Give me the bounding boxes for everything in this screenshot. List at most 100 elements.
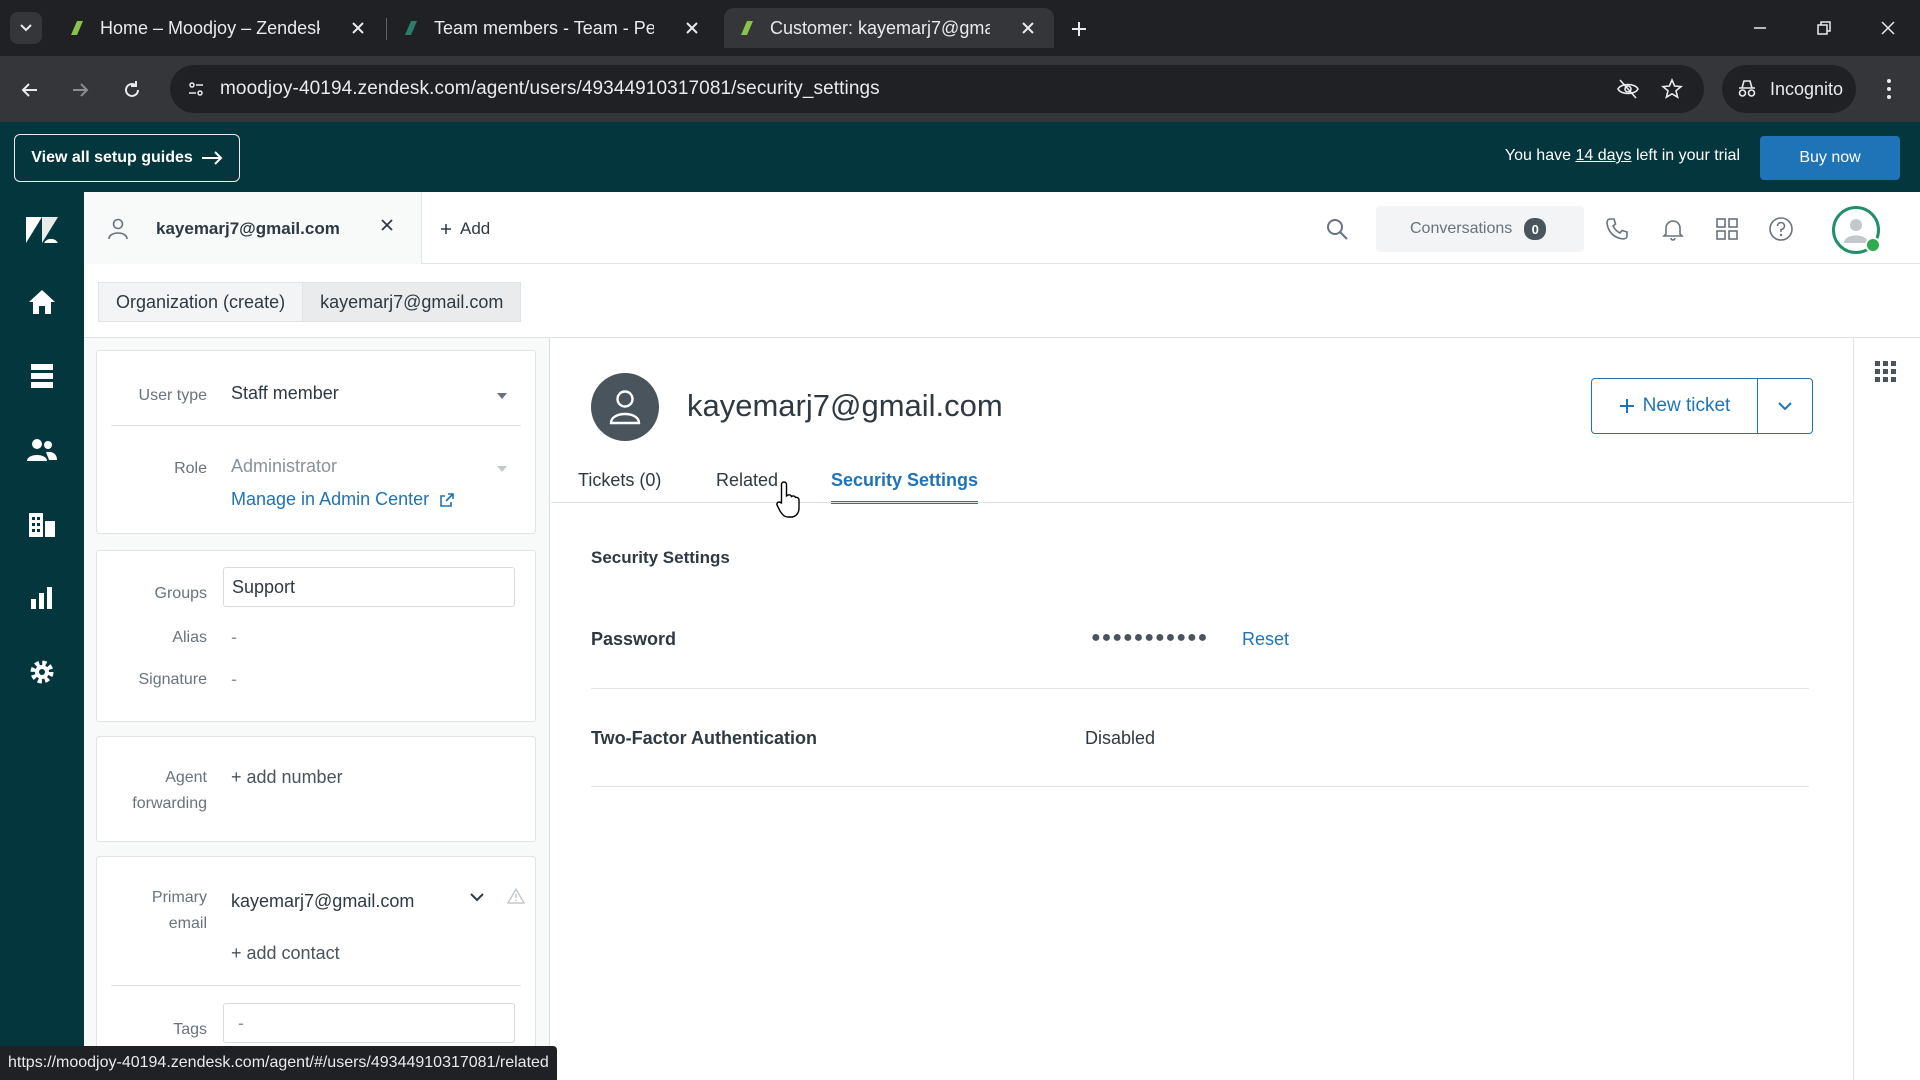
home-icon[interactable]: [24, 284, 60, 320]
reporting-icon[interactable]: [24, 580, 60, 616]
new-ticket-button[interactable]: New ticket: [1592, 379, 1758, 433]
more-vertical-icon: [1887, 79, 1891, 99]
restore-icon: [1817, 21, 1831, 35]
help-icon[interactable]: [1766, 214, 1796, 244]
incognito-indicator[interactable]: Incognito: [1722, 65, 1856, 113]
breadcrumb-organization[interactable]: Organization (create): [98, 282, 304, 322]
bookmark-star-icon[interactable]: [1658, 75, 1686, 103]
agent-avatar[interactable]: [1832, 206, 1881, 254]
workspace-tab-user[interactable]: kayemarj7@gmail.com: [84, 192, 422, 264]
hand-cursor-icon: [776, 481, 800, 518]
minimize-button[interactable]: [1740, 12, 1780, 44]
browser-tab-team[interactable]: Team members - Team - People: [388, 8, 718, 48]
password-label: Password: [591, 629, 677, 649]
conversations-count-badge: 0: [1524, 218, 1547, 240]
tab-tickets[interactable]: Tickets (0): [578, 470, 661, 501]
apps-grid-icon[interactable]: [1872, 358, 1900, 386]
manage-link-label: Manage in Admin Center: [231, 489, 430, 509]
status-bar-url: https://moodjoy-40194.zendesk.com/agent/…: [0, 1046, 557, 1080]
new-ticket-dropdown-button[interactable]: [1758, 379, 1812, 433]
browser-toolbar: moodjoy-40194.zendesk.com/agent/users/49…: [0, 56, 1920, 122]
alias-value[interactable]: -: [231, 627, 237, 648]
agent-forwarding-label-line1: Agent: [165, 769, 207, 786]
customers-icon[interactable]: [24, 432, 60, 468]
password-masked-value: ●●●●●●●●●●●: [1091, 629, 1209, 646]
zendesk-logo-icon[interactable]: [24, 212, 60, 248]
site-info-icon[interactable]: [182, 75, 210, 103]
online-status-dot: [1865, 237, 1881, 253]
minimize-icon: [1754, 27, 1766, 29]
gear-icon[interactable]: [24, 654, 60, 690]
product-sidebar: [0, 192, 84, 1080]
organizations-icon[interactable]: [24, 506, 60, 542]
divider: [111, 985, 521, 986]
add-contact-link[interactable]: + add contact: [231, 943, 340, 964]
tab-related[interactable]: Related: [716, 470, 778, 501]
tab-security-settings[interactable]: Security Settings: [831, 470, 979, 504]
divider: [591, 786, 1809, 787]
user-role-card: User type Staff member Role Administrato…: [96, 350, 536, 534]
add-tab-button[interactable]: Add: [440, 219, 490, 239]
close-icon[interactable]: [380, 218, 394, 237]
user-groups-card: Groups Support Alias - Signature -: [96, 550, 536, 722]
primary-email-label-line2: email: [168, 915, 207, 932]
browser-menu-button[interactable]: [1874, 74, 1904, 104]
manage-in-admin-center-link[interactable]: Manage in Admin Center: [231, 489, 455, 510]
close-icon[interactable]: [680, 16, 704, 40]
role-select: Administrator: [231, 456, 338, 476]
groups-input[interactable]: Support: [223, 567, 515, 607]
browser-tab-title: Home – Moodjoy – Zendesk: [100, 17, 320, 38]
agent-forwarding-label-line2: forwarding: [132, 795, 207, 812]
chevron-down-icon[interactable]: [469, 891, 485, 903]
restore-button[interactable]: [1804, 12, 1844, 44]
reset-password-link[interactable]: Reset: [1242, 629, 1289, 650]
address-bar[interactable]: moodjoy-40194.zendesk.com/agent/users/49…: [170, 65, 1704, 113]
tab-search-button[interactable]: [10, 12, 42, 44]
eye-off-icon[interactable]: [1614, 75, 1642, 103]
forward-button[interactable]: [62, 72, 98, 108]
views-icon[interactable]: [24, 358, 60, 394]
back-button[interactable]: [12, 72, 48, 108]
external-link-icon: [440, 492, 454, 507]
new-tab-button[interactable]: [1064, 14, 1094, 44]
trial-days-link[interactable]: 14 days: [1575, 147, 1631, 164]
arrow-left-icon: [21, 83, 37, 97]
trial-banner: View all setup guides You have 14 days l…: [0, 122, 1920, 192]
bell-icon[interactable]: [1658, 214, 1688, 244]
conversations-button[interactable]: Conversations 0: [1376, 206, 1584, 252]
two-factor-status: Disabled: [1085, 728, 1156, 748]
arrow-right-icon: [73, 83, 89, 97]
view-setup-guides-label: View all setup guides: [31, 149, 193, 166]
close-icon[interactable]: [346, 16, 370, 40]
breadcrumb-user[interactable]: kayemarj7@gmail.com: [303, 282, 522, 322]
phone-icon[interactable]: [1602, 214, 1632, 244]
zendesk-favicon-icon: [741, 21, 753, 35]
close-window-button[interactable]: [1868, 12, 1908, 44]
primary-email-value[interactable]: kayemarj7@gmail.com: [231, 891, 414, 912]
close-icon[interactable]: [1016, 16, 1040, 40]
add-number-link[interactable]: + add number: [231, 767, 343, 788]
agent-forwarding-card: Agent forwarding + add number: [96, 736, 536, 842]
groups-label: Groups: [154, 585, 207, 602]
products-grid-icon[interactable]: [1712, 214, 1742, 244]
buy-now-button[interactable]: Buy now: [1760, 136, 1900, 180]
two-factor-label: Two-Factor Authentication: [591, 728, 817, 748]
browser-tab-home[interactable]: Home – Moodjoy – Zendesk: [54, 8, 384, 48]
view-setup-guides-button[interactable]: View all setup guides: [14, 134, 240, 182]
user-name-heading[interactable]: kayemarj7@gmail.com: [687, 388, 1003, 424]
browser-tab-customer[interactable]: Customer: kayemarj7@gmail.com: [724, 8, 1054, 48]
plus-icon: [441, 224, 451, 234]
browser-tab-title: Customer: kayemarj7@gmail.com: [770, 17, 990, 38]
signature-value[interactable]: -: [231, 669, 237, 690]
reload-icon: [125, 81, 139, 97]
browser-tab-title: Team members - Team - People: [434, 17, 654, 38]
user-type-select[interactable]: Staff member: [231, 383, 339, 404]
incognito-label: Incognito: [1770, 78, 1844, 99]
tags-input[interactable]: -: [223, 1003, 515, 1043]
caret-down-icon[interactable]: [497, 393, 507, 399]
reload-button[interactable]: [114, 72, 150, 108]
groups-value: Support: [232, 577, 296, 597]
search-icon[interactable]: [1322, 214, 1352, 244]
section-title: Security Settings: [591, 548, 730, 567]
close-icon: [1881, 21, 1895, 35]
